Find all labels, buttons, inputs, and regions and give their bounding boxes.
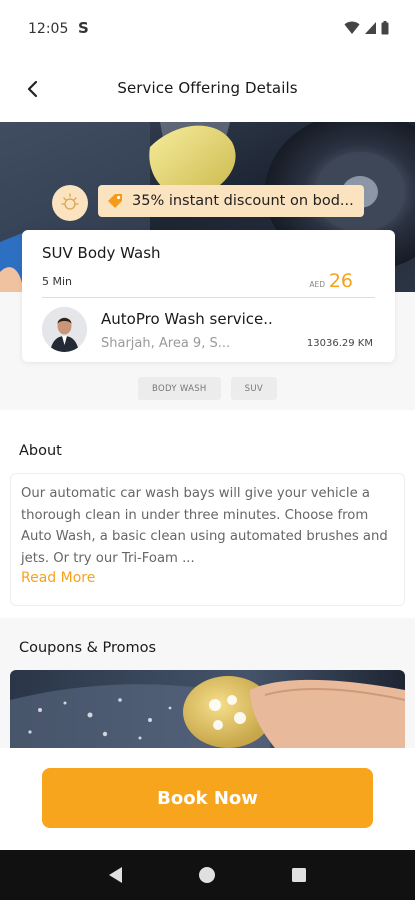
provider-avatar[interactable] — [42, 307, 87, 352]
page-title: Service Offering Details — [117, 79, 298, 97]
system-nav-bar — [0, 850, 415, 900]
about-section: About Our automatic car wash bays will g… — [0, 410, 415, 618]
coupon-banner[interactable] — [10, 670, 405, 748]
status-bar: 12:05 S — [0, 0, 415, 60]
service-card: SUV Body Wash 5 Min AED 26 AutoPro Wash … — [22, 230, 395, 362]
signal-icon — [365, 22, 376, 34]
coupons-heading: Coupons & Promos — [19, 640, 157, 656]
coupons-section: Coupons & Promos — [0, 618, 415, 748]
discount-tag-icon — [104, 190, 126, 212]
coupon-photo — [10, 670, 405, 748]
about-heading: About — [19, 443, 62, 459]
discount-banner[interactable]: 35% instant discount on bod... — [98, 185, 364, 217]
nav-back-icon — [108, 867, 122, 883]
status-notification-icon: S — [78, 19, 89, 37]
avatar-person-icon — [42, 307, 87, 352]
sun-icon — [61, 193, 79, 210]
nav-recents-icon — [292, 868, 307, 882]
read-more-link[interactable]: Read More — [21, 570, 95, 586]
about-box: Our automatic car wash bays will give yo… — [10, 473, 405, 606]
card-divider — [42, 297, 375, 298]
sun-badge — [52, 185, 88, 221]
battery-icon — [381, 21, 389, 35]
price-value: 26 — [328, 270, 353, 292]
wifi-icon — [344, 21, 360, 34]
status-time: 12:05 — [28, 21, 69, 37]
app-header: Service Offering Details — [0, 60, 415, 122]
tag-suv: SUV — [230, 377, 277, 400]
status-icons — [344, 21, 389, 35]
service-title: SUV Body Wash — [42, 244, 161, 262]
provider-name[interactable]: AutoPro Wash service.. — [101, 310, 273, 328]
tag-body-wash: BODY WASH — [138, 377, 221, 400]
provider-location: Sharjah, Area 9, S... — [101, 336, 231, 351]
service-duration: 5 Min — [42, 275, 73, 288]
nav-recents-button[interactable] — [284, 860, 314, 890]
nav-home-icon — [199, 867, 216, 883]
price-currency: AED — [309, 280, 325, 289]
nav-back-button[interactable] — [101, 860, 131, 890]
book-now-button[interactable]: Book Now — [42, 768, 373, 828]
discount-text: 35% instant discount on bod... — [132, 193, 354, 209]
provider-distance: 13036.29 KM — [306, 338, 373, 349]
nav-home-button[interactable] — [192, 860, 222, 890]
about-text: Our automatic car wash bays will give yo… — [21, 486, 388, 566]
bottom-action-area: Book Now — [0, 748, 415, 850]
service-tags: BODY WASH SUV — [0, 377, 415, 400]
